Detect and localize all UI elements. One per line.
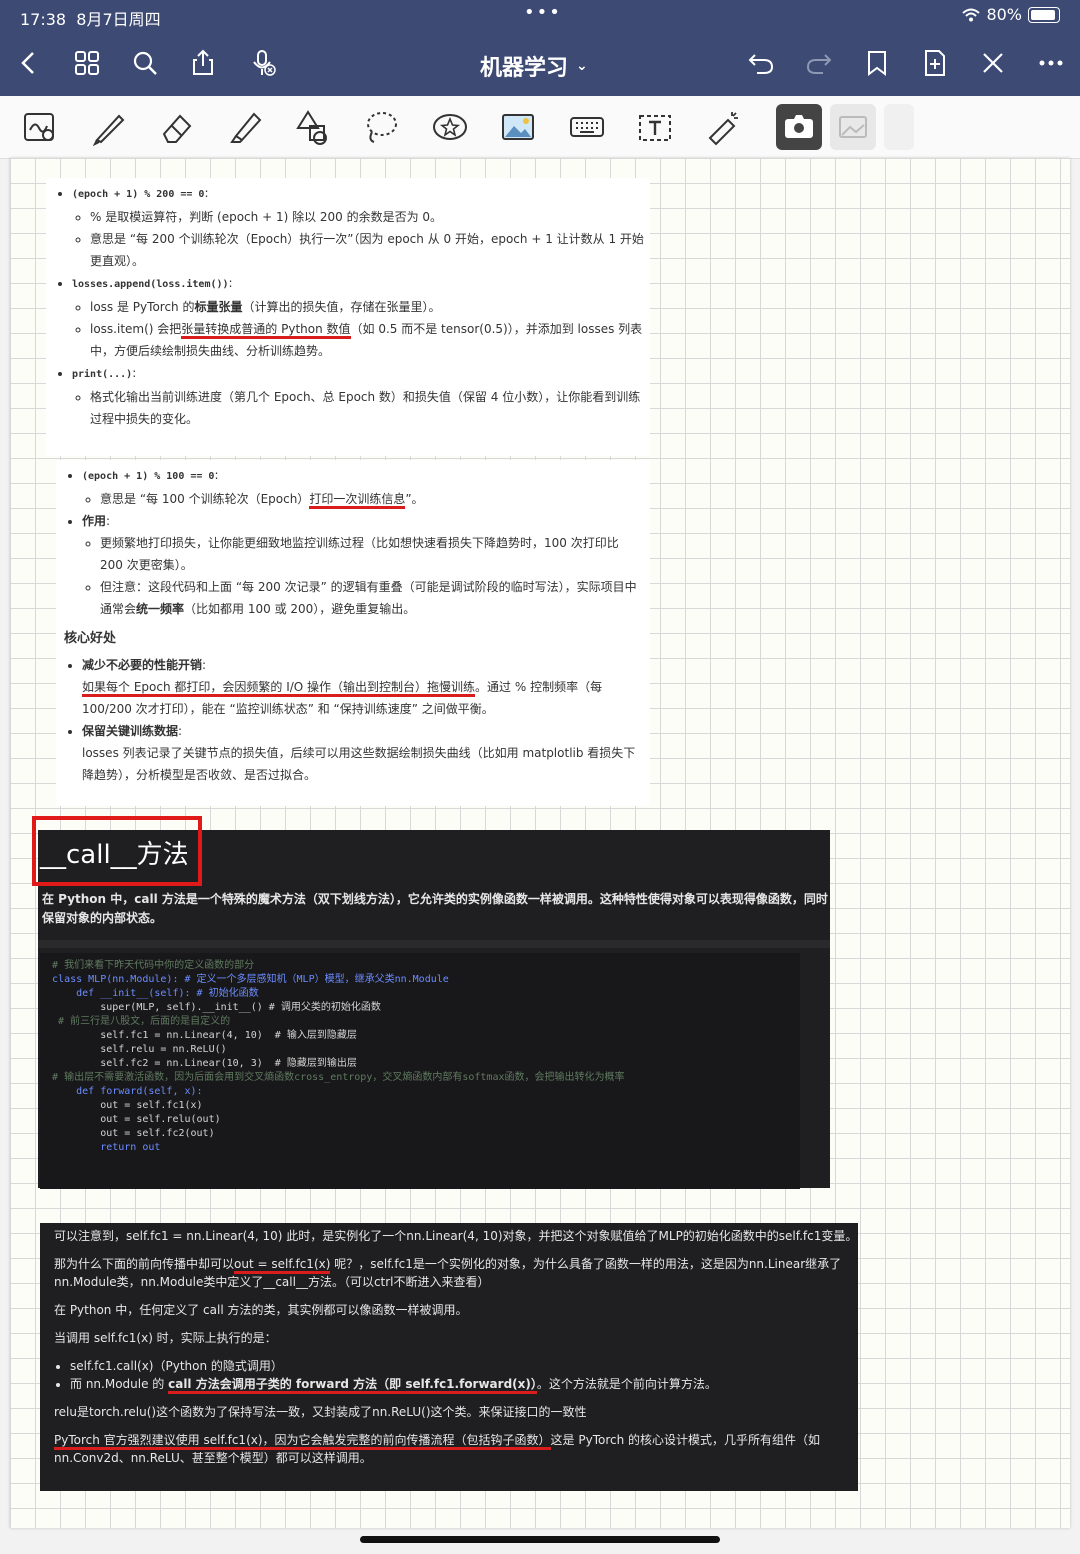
mic-off-icon[interactable] [246,46,280,80]
code-block: # 我们来看下昨天代码中你的定义函数的部分 class MLP(nn.Modul… [40,953,800,1189]
chevron-down-icon: ⌄ [576,58,588,74]
code-inline: losses.append(loss.item()) [72,279,229,290]
pen-icon[interactable] [85,104,131,150]
home-indicator[interactable] [360,1536,720,1543]
list-item: 更频繁地打印损失，让你能更细致地监控训练过程（比如想快速看损失下降趋势时，100… [100,532,642,576]
paragraph: 那为什么下面的前向传播中却可以out = self.fc1(x) 呢？，self… [54,1257,842,1289]
battery-icon [1028,6,1060,23]
search-icon[interactable] [128,46,162,80]
highlighter-icon[interactable] [222,104,268,150]
red-underline-annotation: PyTorch 官方强烈建议使用 self.fc1(x)，因为它会触发完整的前向… [54,1433,551,1450]
nav-bar: 机器学习 ⌄ [0,32,1080,96]
list-item: 保留关键训练数据:losses 列表记录了关键节点的损失值，后续可以用这些数据绘… [82,720,642,786]
text-tool-icon[interactable] [632,104,678,150]
red-underline-annotation: 张量转换成普通的 Python 数值 [181,322,351,339]
status-bar: 17:38 8月7日周四 ••• 80% [0,0,1080,32]
code-inline: print(...) [72,369,133,380]
red-underline-annotation: out = self.fc1(x) [234,1257,331,1274]
list-item: print(...): 格式化输出当前训练进度（第几个 Epoch、总 Epoc… [72,362,650,430]
code-inline: (epoch + 1) % 200 == 0 [72,189,205,200]
code-line: return out [40,1142,161,1153]
status-time: 17:38 8月7日周四 [20,10,161,29]
note-card-1: (epoch + 1) % 200 == 0: % 是取模运算符，判断 (epo… [46,178,650,456]
call-explanation-block: 可以注意到，self.fc1 = nn.Linear(4, 10) 此时，是实例… [40,1223,858,1491]
list-item: 意思是 “每 200 个训练轮次（Epoch）执行一次”（因为 epoch 从 … [90,228,650,272]
call-intro-text: 在 Python 中，call 方法是一个特殊的魔术方法（双下划线方法），它允许… [42,892,828,925]
code-line: def forward(self, x): [40,1086,203,1097]
grid-icon[interactable] [70,46,104,80]
camera-icon[interactable] [776,104,822,150]
add-page-icon[interactable] [918,46,952,80]
code-line: self.fc1 = nn.Linear(4, 10) # 输入层到隐藏层 [40,1030,357,1041]
list-item: 意思是 “每 100 个训练轮次（Epoch）打印一次训练信息”。 [100,488,642,510]
paragraph: 可以注意到，self.fc1 = nn.Linear(4, 10) 此时，是实例… [54,1229,858,1243]
laser-pointer-icon[interactable] [700,104,746,150]
bookmark-icon[interactable] [860,46,894,80]
lasso-icon[interactable] [358,104,404,150]
wifi-icon [962,8,981,21]
code-line: # 我们来看下昨天代码中你的定义函数的部分 [40,960,255,971]
notebook-page[interactable]: (epoch + 1) % 200 == 0: % 是取模运算符，判断 (epo… [10,158,1070,1528]
call-method-title: __call__方法 [40,840,189,870]
list-item: (epoch + 1) % 200 == 0: % 是取模运算符，判断 (epo… [72,182,650,272]
code-line: out = self.relu(out) [40,1114,221,1125]
sticker-icon[interactable] [427,104,473,150]
section-heading: 核心好处 [64,631,117,646]
paragraph: 在 Python 中，任何定义了 call 方法的类，其实例都可以像函数一样被调… [54,1303,468,1317]
list-item: loss.item() 会把张量转换成普通的 Python 数值（如 0.5 而… [90,318,650,362]
list-item: losses.append(loss.item()): loss 是 PyTor… [72,272,650,362]
battery-indicator: 80% [962,5,1060,24]
code-line: super(MLP, self).__init__() # 调用父类的初始化函数 [40,1002,381,1013]
red-underline-annotation: 如果每个 Epoch 都打印，会因频繁的 I/O 操作（输出到控制台）拖慢训练 [82,680,476,697]
paragraph: PyTorch 官方强烈建议使用 self.fc1(x)，因为它会触发完整的前向… [54,1433,821,1465]
drawing-toolbar [0,96,1080,159]
list-item: 但注意：这段代码和上面 “每 200 次记录” 的逻辑有重叠（可能是调试阶段的临… [100,576,642,620]
list-item: loss 是 PyTorch 的标量张量（计算出的损失值，存储在张量里）。 [90,296,650,318]
zoom-window-icon[interactable] [17,104,63,150]
list-item: 格式化输出当前训练进度（第几个 Epoch、总 Epoch 数）和损失值（保留 … [90,386,650,430]
eraser-icon[interactable] [154,104,200,150]
battery-percent: 80% [986,5,1022,24]
multitask-dots[interactable]: ••• [524,2,562,23]
redo-icon[interactable] [802,46,836,80]
list-item: 而 nn.Module 的 call 方法会调用子类的 forward 方法（即… [70,1375,858,1394]
code-line: # 输出层不需要激活函数，因为后面会用到交叉熵函数cross_entropy，交… [40,1072,625,1083]
red-underline-annotation: 打印一次训练信息 [309,492,406,509]
more-icon[interactable] [1034,46,1068,80]
paragraph: relu是torch.relu()这个函数为了保持写法一致，又封装成了nn.Re… [54,1405,587,1419]
code-line: out = self.fc1(x) [40,1100,203,1111]
list-item: 作用: 更频繁地打印损失，让你能更细致地监控训练过程（比如想快速看损失下降趋势时… [82,510,642,620]
shapes-icon[interactable] [290,104,336,150]
note-card-2: (epoch + 1) % 100 == 0: 意思是 “每 100 个训练轮次… [56,460,650,806]
image-icon[interactable] [495,104,541,150]
code-line: # 前三行是八股文，后面的是自定义的 [40,1016,231,1027]
code-inline: (epoch + 1) % 100 == 0 [82,471,215,482]
code-line: def __init__(self): # 初始化函数 [40,988,259,999]
undo-icon[interactable] [744,46,778,80]
share-icon[interactable] [186,46,220,80]
paragraph: 当调用 self.fc1(x) 时，实际上执行的是： [54,1331,277,1345]
list-item: self.fc1.call(x)（Python 的隐式调用） [70,1357,858,1375]
close-pen-icon[interactable] [976,46,1010,80]
list-item: 减少不必要的性能开销:如果每个 Epoch 都打印，会因频繁的 I/O 操作（输… [82,654,642,720]
toolbar-fade-edge [884,104,914,150]
keyboard-icon[interactable] [564,104,610,150]
list-item: (epoch + 1) % 100 == 0: 意思是 “每 100 个训练轮次… [82,464,642,510]
list-item: % 是取模运算符，判断 (epoch + 1) 除以 200 的余数是否为 0。 [90,206,650,228]
image-placeholder-icon[interactable] [830,104,876,150]
code-line: out = self.fc2(out) [40,1128,215,1139]
code-line: self.relu = nn.ReLU() [40,1044,227,1055]
red-underline-annotation: call 方法会调用子类的 forward 方法（即 self.fc1.forw… [168,1377,537,1394]
code-line: class MLP(nn.Module): # 定义一个多层感知机（MLP）模型… [40,974,449,985]
code-line: self.fc2 = nn.Linear(10, 3) # 隐藏层到输出层 [40,1058,357,1069]
notebook-title[interactable]: 机器学习 ⌄ [480,50,588,82]
back-icon[interactable] [12,46,46,80]
